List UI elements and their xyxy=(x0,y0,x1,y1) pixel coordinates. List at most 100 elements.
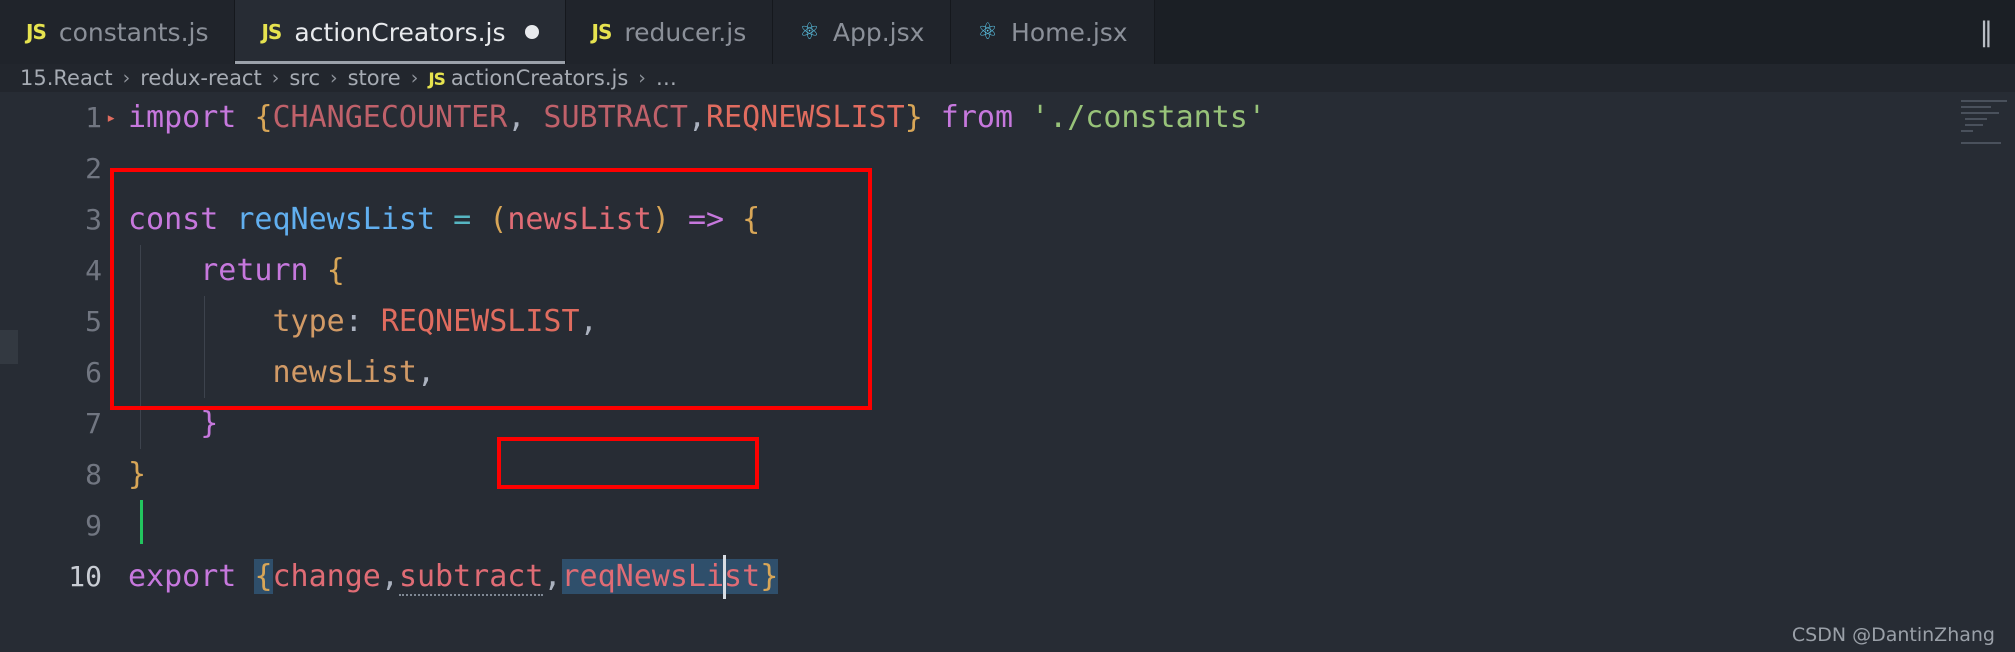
code-text-line-10[interactable]: export {change,subtract,reqNewsList} xyxy=(128,559,2015,596)
breadcrumb-item-0[interactable]: 15.React xyxy=(18,66,115,90)
line-number-5: 5 xyxy=(85,305,102,338)
indent-guide xyxy=(204,347,205,398)
token-brace-p: } xyxy=(200,406,219,441)
token-comma: , xyxy=(507,100,526,135)
token-param: newsList xyxy=(507,202,652,237)
split-editor-icon[interactable]: ‖ xyxy=(1980,19,1994,46)
code-text-line-8[interactable]: } xyxy=(128,457,2015,492)
code-line-1[interactable]: 1 import {CHANGECOUNTER, SUBTRACT,REQNEWS… xyxy=(0,92,2015,143)
code-text-line-3[interactable]: const reqNewsList = (newsList) => { xyxy=(128,202,2015,237)
unsaved-changes-dot-icon[interactable] xyxy=(524,25,539,39)
indent-guide xyxy=(140,398,141,449)
token-prop: type xyxy=(128,304,345,339)
breadcrumb-item-5[interactable]: … xyxy=(654,66,679,90)
text-cursor xyxy=(140,500,143,544)
breadcrumb-separator-icon: › xyxy=(410,67,419,89)
token-punc: } xyxy=(904,100,923,135)
indent-guide xyxy=(140,245,141,296)
editor-tab-bar: JS constants.js JS actionCreators.js JS reduc… xyxy=(0,0,2015,64)
line-number-3: 3 xyxy=(85,203,102,236)
vscode-window: JS constants.js JS actionCreators.js JS reduc… xyxy=(0,0,2015,652)
token-punc: { xyxy=(326,253,345,288)
token-punc: ( xyxy=(489,202,508,237)
editor-tab-home-jsx[interactable]: ⚛ Home.jsx xyxy=(951,0,1155,64)
editor-left-edge-marker xyxy=(0,330,18,364)
watermark-text: CSDN @DantinZhang xyxy=(1791,624,1995,646)
code-text-line-4[interactable]: return { xyxy=(128,253,2015,288)
code-line-9[interactable]: 9 xyxy=(0,500,2015,551)
fold-arrow-icon[interactable]: ▸ xyxy=(106,108,116,128)
token-fn: reqNewsList xyxy=(236,202,436,237)
code-line-10[interactable]: 10 export {change,subtract,reqNewsList} xyxy=(0,551,2015,602)
token-param: subtract xyxy=(398,559,544,596)
react-file-icon: ⚛ xyxy=(977,18,999,45)
react-file-icon: ⚛ xyxy=(799,18,820,45)
breadcrumb-separator-icon: › xyxy=(638,67,646,89)
token-comma: , xyxy=(687,100,706,135)
token-op: = xyxy=(453,202,472,237)
text-cursor xyxy=(723,555,726,599)
token-const-hi: REQNEWSLIST xyxy=(706,100,905,135)
editor-tab-reducer-js[interactable]: JS reducer.js xyxy=(565,0,774,64)
minimap[interactable] xyxy=(1955,92,2015,652)
line-number-9: 9 xyxy=(85,509,102,542)
breadcrumb-item-1[interactable]: redux-react xyxy=(138,66,263,90)
code-line-5[interactable]: 5 type: REQNEWSLIST, xyxy=(0,296,2015,347)
indent-guide xyxy=(140,347,141,398)
breadcrumb-item-3[interactable]: store xyxy=(346,66,403,90)
token-const-id: CHANGECOUNTER xyxy=(272,100,508,135)
code-editor[interactable]: 1 import {CHANGECOUNTER, SUBTRACT,REQNEWS… xyxy=(0,92,2015,652)
line-number-7: 7 xyxy=(85,407,102,440)
breadcrumb-item-2[interactable]: src xyxy=(287,66,322,90)
indent-guide xyxy=(140,296,141,347)
token-punc: { xyxy=(742,202,761,237)
editor-tab-label: Home.jsx xyxy=(1011,17,1128,47)
code-text-line-5[interactable]: type: REQNEWSLIST, xyxy=(128,304,2015,339)
editor-tab-label: constants.js xyxy=(58,17,209,47)
code-line-7[interactable]: 7 } xyxy=(0,398,2015,449)
code-line-3[interactable]: 3 const reqNewsList = (newsList) => { xyxy=(0,194,2015,245)
breadcrumb-item-label: src xyxy=(289,66,320,90)
editor-tab-label: actionCreators.js xyxy=(294,17,506,47)
editor-tab-actioncreators-js[interactable]: JS actionCreators.js xyxy=(235,0,566,64)
editor-tab-app-jsx[interactable]: ⚛ App.jsx xyxy=(773,0,952,64)
js-file-icon: JS xyxy=(261,20,282,44)
code-line-2[interactable]: 2 xyxy=(0,143,2015,194)
breadcrumb-item-label: redux-react xyxy=(140,66,262,90)
token-punc: { xyxy=(254,100,273,135)
code-text-line-6[interactable]: newsList, xyxy=(128,355,2015,390)
token-punc: ) xyxy=(651,202,670,237)
tab-bar-actions: ‖ xyxy=(1957,0,2015,64)
line-number-10: 10 xyxy=(68,560,102,593)
editor-tab-constants-js[interactable]: JS constants.js xyxy=(0,0,236,64)
token-kw: export xyxy=(128,559,255,594)
breadcrumb-item-4[interactable]: JS actionCreators.js xyxy=(426,66,630,90)
line-number-4: 4 xyxy=(85,254,102,287)
token-plain: : xyxy=(344,304,363,339)
token-punc: { xyxy=(254,559,273,594)
token-prop: newsList xyxy=(128,355,417,390)
token-str: './constants' xyxy=(1031,100,1266,135)
token-comma: , xyxy=(543,559,562,594)
breadcrumb: 15.React › redux-react › src › store › JS actionC… xyxy=(0,64,2015,92)
js-file-icon: JS xyxy=(428,70,446,90)
token-punc: } xyxy=(128,457,147,492)
breadcrumb-item-label: store xyxy=(347,66,401,90)
token-comma: , xyxy=(579,304,598,339)
code-line-8[interactable]: 8} xyxy=(0,449,2015,500)
js-file-icon: JS xyxy=(26,20,47,44)
breadcrumb-separator-icon: › xyxy=(271,67,280,89)
code-line-6[interactable]: 6 newsList, xyxy=(0,347,2015,398)
breadcrumb-separator-icon: › xyxy=(122,67,131,89)
editor-tab-label: App.jsx xyxy=(832,17,925,47)
token-kw: from xyxy=(922,100,1032,135)
token-const-id: SUBTRACT xyxy=(525,100,688,135)
code-text-line-7[interactable]: } xyxy=(128,406,2015,441)
code-text-line-1[interactable]: import {CHANGECOUNTER, SUBTRACT,REQNEWSL… xyxy=(128,100,2015,135)
token-punc: } xyxy=(760,559,779,594)
code-line-4[interactable]: 4 return { xyxy=(0,245,2015,296)
line-number-8: 8 xyxy=(85,458,102,491)
js-file-icon: JS xyxy=(591,20,613,44)
